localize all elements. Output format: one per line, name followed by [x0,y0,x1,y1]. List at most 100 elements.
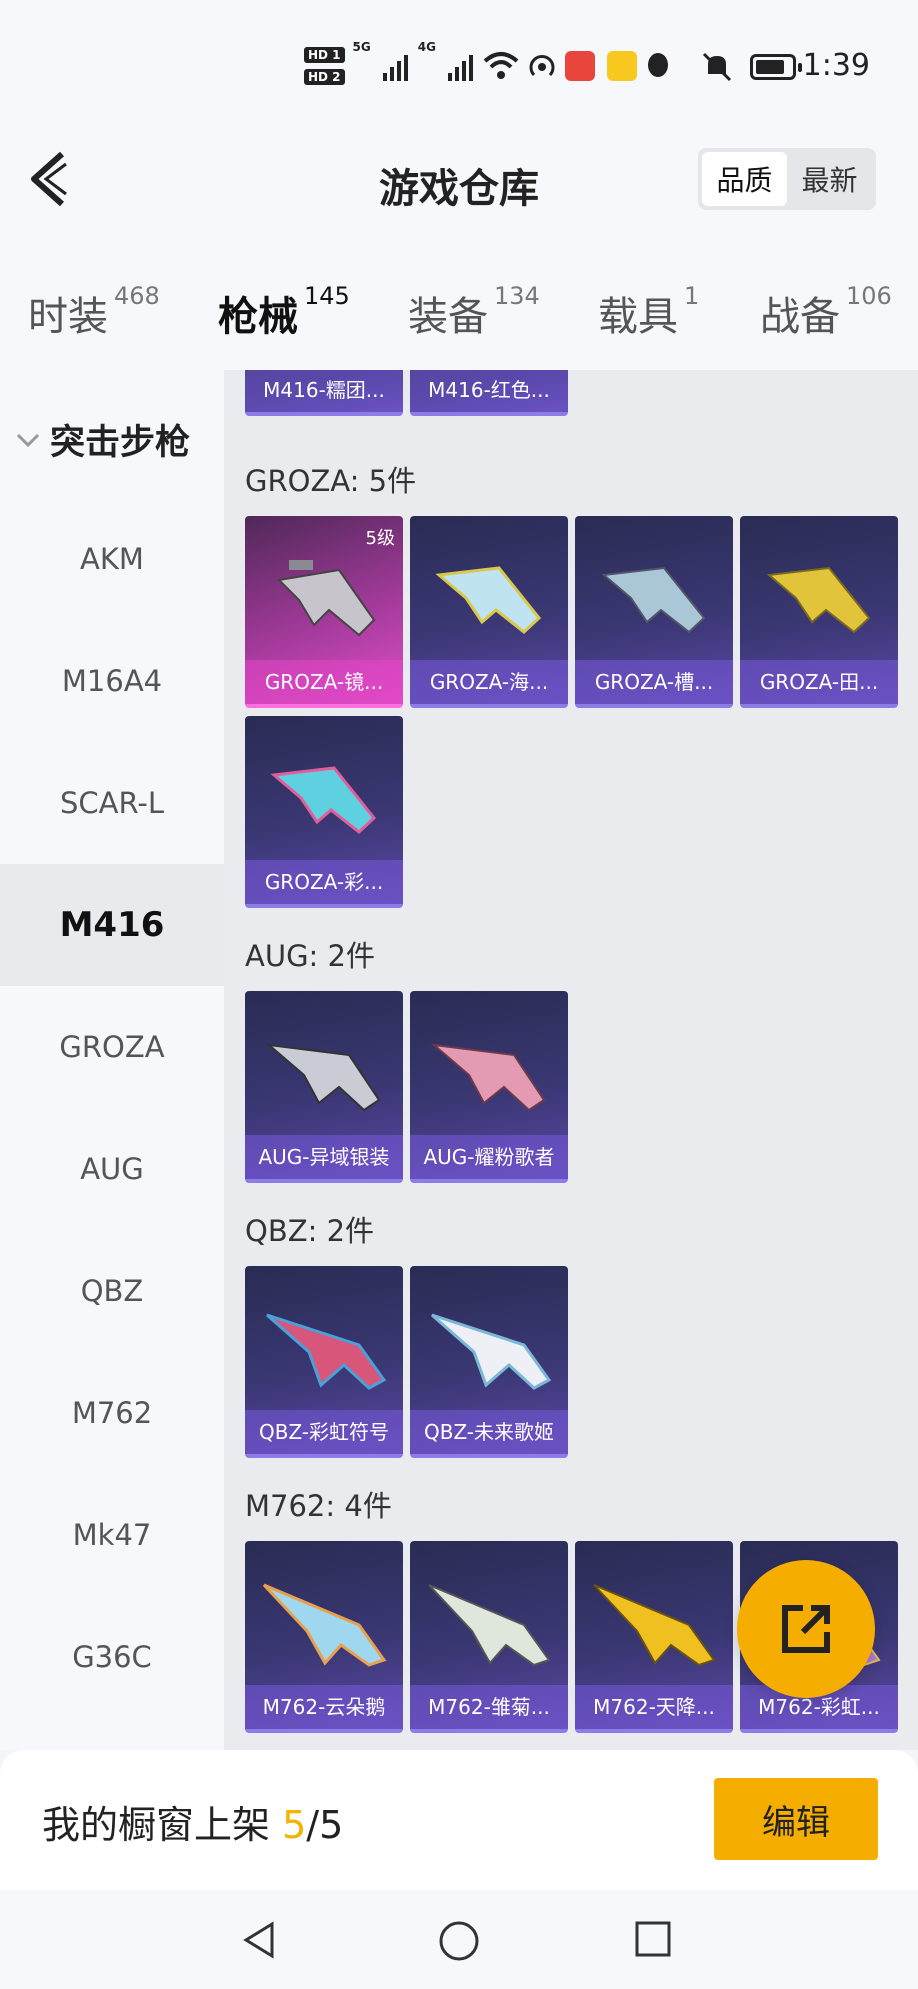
skin-name: AUG-异域银装 [245,1135,403,1179]
status-icons: HD 1 HD 2 5G 4G [304,40,673,92]
header: 游戏仓库 品质 最新 [0,130,918,240]
huawei-app-icon [564,51,595,81]
gun-image [276,560,376,637]
section-title-qbz: QBZ: 2件 [245,1214,375,1248]
skin-card[interactable]: AUG-异域银装 [245,991,403,1183]
skin-name: M416-糯团... [245,370,403,412]
battery-icon [750,54,802,80]
sort-latest-button[interactable]: 最新 [787,152,872,206]
tab-count: 1 [684,282,700,310]
tab-count: 468 [114,282,160,310]
skin-card[interactable]: QBZ-彩虹符号 [245,1266,403,1458]
skin-card[interactable]: AUG-耀粉歌者 [410,991,568,1183]
skin-card[interactable]: M762-云朵鹅 [245,1541,403,1733]
clock: 1:39 [802,48,870,83]
share-button[interactable] [737,1560,875,1698]
tab-count: 134 [494,282,540,310]
nav-recents-icon[interactable] [634,1920,672,1958]
nav-back-icon[interactable] [240,1920,280,1960]
skin-card[interactable]: M416-红色... [410,370,568,416]
gun-image [766,566,871,634]
tab-guns[interactable]: 枪械 145 [218,282,350,393]
sidebar-item-scar-l[interactable]: SCAR-L [0,742,224,864]
tab-prep[interactable]: 战备 106 [760,282,892,342]
skin-name: AUG-耀粉歌者 [410,1135,568,1179]
skin-card[interactable]: GROZA-槽... [575,516,733,708]
sidebar-item-m16a4[interactable]: M16A4 [0,620,224,742]
nav-home-icon[interactable] [438,1920,480,1962]
gun-image [262,1583,387,1667]
skin-card[interactable]: M762-雏菊... [410,1541,568,1733]
tab-label: 装备 [408,294,488,340]
gun-image [428,1584,551,1667]
share-icon [782,1605,830,1653]
hd-badges: HD 1 HD 2 [304,47,345,85]
skin-card[interactable]: M416-糯团... [245,370,403,416]
skin-card[interactable]: M762-天降... [575,1541,733,1733]
sidebar-item-qbz[interactable]: QBZ [0,1230,224,1352]
skin-card[interactable]: QBZ-未来歌姬 [410,1266,568,1458]
status-bar: HD 1 HD 2 5G 4G 1:39 [0,0,918,130]
tab-equipment[interactable]: 装备 134 [408,282,540,342]
weapon-grid: M416-糯团... M416-红色... GROZA: 5件 5级 GROZA… [224,370,918,1750]
skin-card[interactable]: GROZA-海... [410,516,568,708]
gun-image [430,1043,546,1112]
sidebar-item-m416[interactable]: M416 [0,864,224,986]
chevron-down-icon [16,433,40,447]
hd1-badge: HD 1 [304,47,345,63]
skin-name: M416-红色... [410,370,568,412]
showcase-current: 5 [282,1803,307,1847]
signal-icon [382,51,408,81]
qq-icon [647,53,668,77]
skin-name: M762-雏菊... [410,1685,568,1729]
hd2-badge: HD 2 [304,69,345,85]
system-nav-bar [0,1890,918,1989]
sidebar-item-groza[interactable]: GROZA [0,986,224,1108]
section-title-aug: AUG: 2件 [245,939,375,973]
app-icon [606,51,637,81]
gun-image [435,566,542,634]
sort-quality-button[interactable]: 品质 [702,152,787,206]
tab-vehicles[interactable]: 载具 1 [598,282,700,342]
skin-name: GROZA-槽... [575,660,733,704]
hotspot-icon [529,55,555,77]
edit-button[interactable]: 编辑 [714,1778,878,1860]
gun-image [270,766,377,834]
category-tabs: 时装 468 枪械 145 装备 134 载具 1 战备 106 [0,240,918,393]
sidebar-item-mk47[interactable]: Mk47 [0,1474,224,1596]
tab-count: 145 [304,282,350,310]
skin-card[interactable]: 5级 GROZA-镜... [245,516,403,708]
sidebar-item-akm[interactable]: AKM [0,498,224,620]
showcase-bar: 我的橱窗上架 5/5 编辑 [0,1750,918,1890]
skin-name: GROZA-田... [740,660,898,704]
net-4g: 4G [417,40,436,54]
skin-name: M762-云朵鹅 [245,1685,403,1729]
skin-name: QBZ-彩虹符号 [245,1410,403,1454]
sidebar-item-aug[interactable]: AUG [0,1108,224,1230]
showcase-status: 我的橱窗上架 5/5 [42,1794,343,1849]
tab-fashion[interactable]: 时装 468 [28,282,160,342]
gun-image [265,1043,381,1112]
gun-image [601,566,706,634]
tab-label: 战备 [760,294,840,340]
skin-name: GROZA-海... [410,660,568,704]
tab-label: 载具 [598,294,678,340]
skin-card[interactable]: GROZA-彩... [245,716,403,908]
showcase-label: 我的橱窗上架 [42,1803,283,1847]
tab-count: 106 [846,282,892,310]
skin-name: M762-天降... [575,1685,733,1729]
net-5g: 5G [352,40,371,54]
showcase-total: /5 [306,1803,344,1847]
gun-image [593,1584,716,1667]
sidebar-item-m762[interactable]: M762 [0,1352,224,1474]
gun-image [431,1313,552,1390]
gun-image [266,1313,387,1390]
section-title-groza: GROZA: 5件 [245,464,417,498]
sort-toggle: 品质 最新 [698,148,876,210]
skin-name: GROZA-彩... [245,860,403,904]
mute-icon [702,52,732,82]
sidebar-item-g36c[interactable]: G36C [0,1596,224,1718]
skin-card[interactable]: GROZA-田... [740,516,898,708]
section-title-m762: M762: 4件 [245,1489,392,1523]
sidebar-category[interactable]: 突击步枪 [14,414,190,465]
